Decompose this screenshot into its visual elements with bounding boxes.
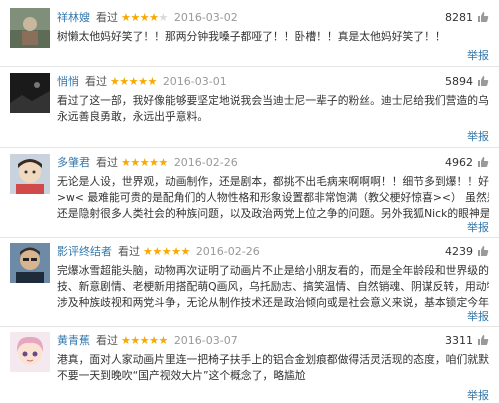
watched-label: 看过 [96,334,118,347]
vote-number: 5894 [445,74,473,88]
review-date: 2016-02-26 [173,155,238,169]
vote-number: 8281 [445,10,473,24]
thumbs-up-icon[interactable] [477,334,489,346]
rating-stars: ★★★★★ [110,74,157,88]
avatar[interactable] [10,154,50,194]
divider [0,237,499,238]
vote-number: 3311 [445,333,473,347]
vote-count: 8281 [445,9,489,25]
vote-count: 4962 [445,154,489,170]
divider [0,66,499,67]
review-date: 2016-03-07 [173,333,238,347]
username-link[interactable]: 影评终结者 [57,243,112,259]
review-line: 无论是人设，世界观，动画制作，还是剧本，都挑不出毛病来啊啊啊！！细节多到爆！！好… [57,175,489,188]
watched-label: 看过 [118,245,140,258]
report-link[interactable]: 举报 [467,219,489,235]
review-date: 2016-03-01 [162,74,227,88]
thumbs-up-icon[interactable] [477,245,489,257]
review-body: 完爆冰雪超能头脑，动物再次证明了动画片不止是给小朋友看的，而是全年龄段和世界级的… [57,263,489,311]
avatar[interactable] [10,332,50,372]
avatar[interactable] [10,243,50,283]
username-link[interactable]: 黄青蕉 [57,332,90,348]
rating-stars: ★★★★★ [121,155,168,169]
review-line: 永远善良勇敢，永远出乎意料。 [57,110,209,123]
review-line: >w< 最难能可贵的是配角们的人物性格和形象设置都非常饱满（教父梗好惊喜><） … [57,191,489,204]
divider [0,326,499,327]
review-meta: 祥林嫂 看过 ★★★★★ 2016-03-02 [57,9,238,25]
review-line: 树懒太他妈好笑了！！那两分钟我嗓子都哑了！！卧槽！！真是太他妈好笑了！！ [57,30,446,43]
review-line: 完爆冰雪超能头脑，动物再次证明了动画片不止是给小朋友看的，而是全年龄段和世界级的… [57,264,489,277]
review-body: 看过了这一部，我好像能够要坚定地说我会当迪士尼一辈子的粉丝。迪士尼给我们营造的乌… [57,93,489,125]
avatar[interactable] [10,73,50,113]
review-line: 港真，面对人家动画片里连一把椅子扶手上的铝合金划痕都做得活灵活现的态度，咱们就默… [57,353,489,366]
review-line: 还是隐射很多人类社会的种族问题，以及政治两党上位之争的问题。另外我狐Nick的眼… [57,207,489,220]
watched-label: 看过 [96,156,118,169]
vote-number: 4962 [445,155,473,169]
watched-label: 看过 [85,75,107,88]
review-date: 2016-02-26 [195,244,260,258]
watched-label: 看过 [96,11,118,24]
review-line: 看过了这一部，我好像能够要坚定地说我会当迪士尼一辈子的粉丝。迪士尼给我们营造的乌… [57,94,489,107]
review-meta: 黄青蕉 看过 ★★★★★ 2016-03-07 [57,332,238,348]
rating-stars: ★★★★★ [143,244,190,258]
username-link[interactable]: 多肇君 [57,154,90,170]
vote-count: 5894 [445,73,489,89]
review-meta: 影评终结者 看过 ★★★★★ 2016-02-26 [57,243,260,259]
review-body: 港真，面对人家动画片里连一把椅子扶手上的铝合金划痕都做得活灵活现的态度，咱们就默… [57,352,489,384]
review-line: 不要一天到晚吹“国产视效大片”这个概念了，略尴尬 [57,369,306,382]
vote-number: 4239 [445,244,473,258]
review-meta: 多肇君 看过 ★★★★★ 2016-02-26 [57,154,238,170]
username-link[interactable]: 悄悄 [57,73,79,89]
report-link[interactable]: 举报 [467,128,489,144]
vote-count: 4239 [445,243,489,259]
avatar[interactable] [10,8,50,48]
rating-stars: ★★★★★ [121,333,168,347]
report-link[interactable]: 举报 [467,308,489,324]
thumbs-up-icon[interactable] [477,11,489,23]
review-line: 涉及种族歧视和两党斗争，无论从制作技术还是政治倾向或是社会意义来说，基本锁定今年… [57,296,489,309]
report-link[interactable]: 举报 [467,387,489,403]
rating-stars: ★★★★★ [121,10,168,24]
thumbs-up-icon[interactable] [477,156,489,168]
review-line: 技、新意剧情、老梗新用搭配萌Q画风，乌托励志、搞笑温情、自然销魂、阴谋反转，用动… [57,280,489,293]
thumbs-up-icon[interactable] [477,75,489,87]
review-body: 无论是人设，世界观，动画制作，还是剧本，都挑不出毛病来啊啊啊！！细节多到爆！！好… [57,174,489,222]
review-date: 2016-03-02 [173,10,238,24]
review-meta: 悄悄 看过 ★★★★★ 2016-03-01 [57,73,227,89]
review-body: 树懒太他妈好笑了！！那两分钟我嗓子都哑了！！卧槽！！真是太他妈好笑了！！ [57,29,489,45]
report-link[interactable]: 举报 [467,47,489,63]
vote-count: 3311 [445,332,489,348]
divider [0,147,499,148]
username-link[interactable]: 祥林嫂 [57,9,90,25]
